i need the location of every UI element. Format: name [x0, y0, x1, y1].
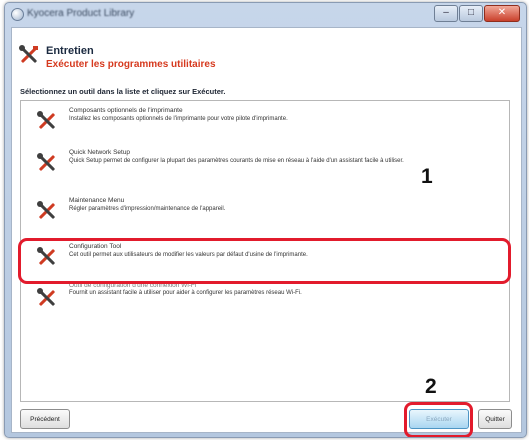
- minimize-button[interactable]: –: [434, 5, 458, 22]
- window-controls: – □ ✕: [433, 5, 520, 22]
- tool-item-wifi-setup[interactable]: Outil de configuration d'une connexion W…: [21, 281, 509, 321]
- step-2-callout: 2: [425, 375, 437, 398]
- highlight-execute-button: [404, 402, 473, 437]
- title-bar[interactable]: Kyocera Product Library – □ ✕: [5, 3, 526, 25]
- tool-item-maintenance-menu[interactable]: Maintenance Menu Régler paramètres d'imp…: [21, 191, 509, 231]
- page-subtitle: Exécuter les programmes utilitaires: [46, 59, 216, 70]
- app-window: Kyocera Product Library – □ ✕ Entretien …: [4, 2, 527, 438]
- dialog-header: Entretien Exécuter les programmes utilit…: [18, 42, 498, 76]
- tool-description: Fournit un assistant facile à utiliser p…: [69, 290, 302, 296]
- tool-description: Quick Setup permet de configurer la plup…: [69, 158, 404, 164]
- tool-name: Quick Network Setup: [69, 149, 131, 156]
- tool-name: Maintenance Menu: [69, 197, 125, 204]
- quit-button[interactable]: Quitter: [478, 409, 512, 429]
- dialog-content: Entretien Exécuter les programmes utilit…: [11, 27, 522, 437]
- tools-icon: [37, 201, 55, 219]
- tools-icon: [19, 45, 38, 63]
- highlight-configuration-tool: [18, 238, 511, 284]
- tool-name: Composants optionnels de l'imprimante: [69, 107, 183, 114]
- tool-description: Régler paramètres d'impression/maintenan…: [69, 206, 226, 212]
- page-title: Entretien: [46, 45, 94, 57]
- tool-item-printer-options[interactable]: Composants optionnels de l'imprimante In…: [21, 101, 509, 141]
- close-button[interactable]: ✕: [484, 5, 520, 22]
- window-title: Kyocera Product Library: [27, 8, 135, 19]
- tools-icon: [37, 153, 55, 171]
- tool-item-quick-network-setup[interactable]: Quick Network Setup Quick Setup permet d…: [21, 143, 509, 183]
- tool-description: Installez les composants optionnels de l…: [69, 116, 288, 122]
- instruction-text: Sélectionnez un outil dans la liste et c…: [20, 87, 226, 96]
- previous-button[interactable]: Précédent: [20, 409, 70, 429]
- tools-icon: [37, 288, 55, 306]
- tools-icon: [37, 111, 55, 129]
- app-icon: [11, 8, 24, 21]
- maximize-button[interactable]: □: [459, 5, 483, 22]
- step-1-callout: 1: [421, 165, 433, 188]
